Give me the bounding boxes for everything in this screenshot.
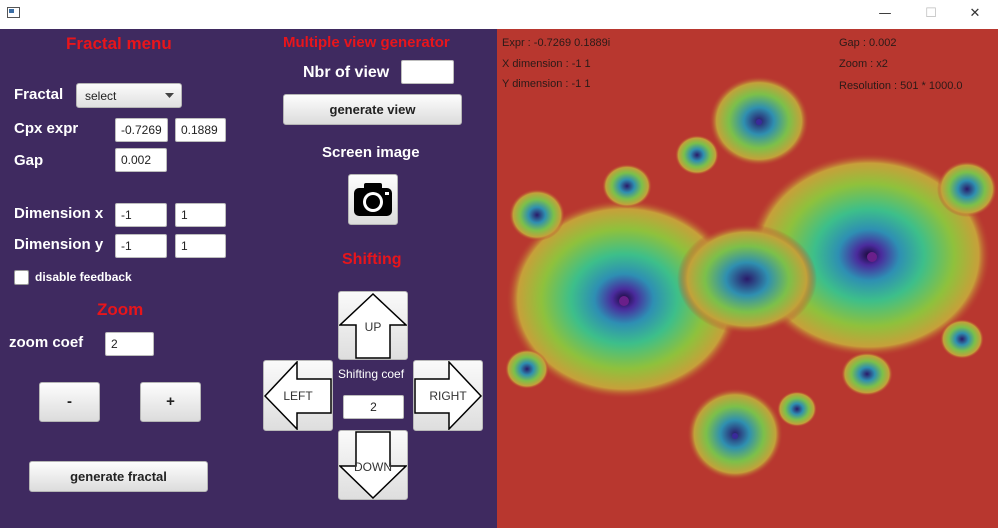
shift-right-label: RIGHT: [429, 389, 467, 403]
fractal-label: Fractal: [14, 86, 64, 103]
y-dimension-info: Y dimension : -1 1: [502, 78, 591, 90]
zoom-coef-input[interactable]: 2: [105, 332, 154, 356]
gap-info: Gap : 0.002: [839, 37, 897, 49]
generate-fractal-button[interactable]: generate fractal: [29, 461, 208, 492]
shifting-coef-label: Shifting coef: [338, 367, 405, 381]
camera-icon: [354, 183, 392, 216]
expr-info: Expr : -0.7269 0.1889i: [502, 37, 611, 49]
maximize-button[interactable]: ☐: [908, 0, 954, 29]
close-button[interactable]: ✕: [952, 0, 998, 29]
fractal-select[interactable]: select: [76, 83, 182, 108]
maximize-icon: ☐: [925, 6, 937, 21]
fractal-canvas[interactable]: Expr : -0.7269 0.1889i X dimension : -1 …: [497, 29, 998, 528]
shift-up-label: UP: [364, 320, 382, 334]
fractal-select-value: select: [85, 89, 117, 103]
dimension-x-label: Dimension x: [14, 205, 104, 222]
shifting-title: Shifting: [342, 251, 402, 268]
x-dimension-info: X dimension : -1 1: [502, 58, 591, 70]
shifting-coef-input[interactable]: 2: [343, 395, 404, 419]
title-bar: — ☐ ✕: [0, 0, 998, 29]
zoom-coef-label: zoom coef: [9, 334, 84, 351]
disable-feedback-checkbox[interactable]: [14, 270, 29, 285]
screen-image-title: Screen image: [322, 144, 420, 161]
app-icon: [7, 7, 20, 18]
disable-feedback-label: disable feedback: [35, 270, 132, 284]
nbr-of-view-input[interactable]: [401, 60, 454, 84]
shift-left-button[interactable]: LEFT: [263, 360, 333, 431]
close-icon: ✕: [969, 6, 981, 21]
cpx-imag-input[interactable]: 0.1889: [175, 118, 226, 142]
gap-label: Gap: [14, 152, 44, 169]
zoom-info: Zoom : x2: [839, 58, 888, 70]
gap-input[interactable]: 0.002: [115, 148, 167, 172]
control-panel: Fractal menu Fractal select Cpx expr -0.…: [0, 29, 497, 528]
zoom-out-button[interactable]: -: [39, 382, 100, 422]
multiple-view-title: Multiple view generator: [283, 34, 450, 51]
nbr-of-view-label: Nbr of view: [303, 64, 390, 81]
shift-left-label: LEFT: [283, 389, 313, 403]
screen-capture-button[interactable]: [348, 174, 398, 225]
cpx-real-input[interactable]: -0.7269: [115, 118, 168, 142]
dimension-y-label: Dimension y: [14, 236, 104, 253]
dimension-y-min-input[interactable]: -1: [115, 234, 167, 258]
minimize-icon: —: [878, 6, 892, 21]
shift-right-button[interactable]: RIGHT: [413, 360, 483, 431]
dimension-x-min-input[interactable]: -1: [115, 203, 167, 227]
dimension-y-max-input[interactable]: 1: [175, 234, 226, 258]
generate-view-button[interactable]: generate view: [283, 94, 462, 125]
zoom-in-button[interactable]: +: [140, 382, 201, 422]
fractal-menu-title: Fractal menu: [66, 34, 172, 53]
shift-down-label: DOWN: [354, 460, 392, 474]
shift-down-button[interactable]: DOWN: [338, 430, 408, 500]
zoom-title: Zoom: [97, 300, 144, 319]
shift-up-button[interactable]: UP: [338, 291, 408, 360]
dimension-x-max-input[interactable]: 1: [175, 203, 226, 227]
fractal-body: [505, 76, 997, 480]
chevron-down-icon: [165, 93, 174, 98]
resolution-info: Resolution : 501 * 1000.0: [839, 80, 963, 92]
cpx-expr-label: Cpx expr: [14, 120, 79, 137]
minimize-button[interactable]: —: [862, 0, 908, 29]
julia-set-image: [505, 76, 997, 480]
